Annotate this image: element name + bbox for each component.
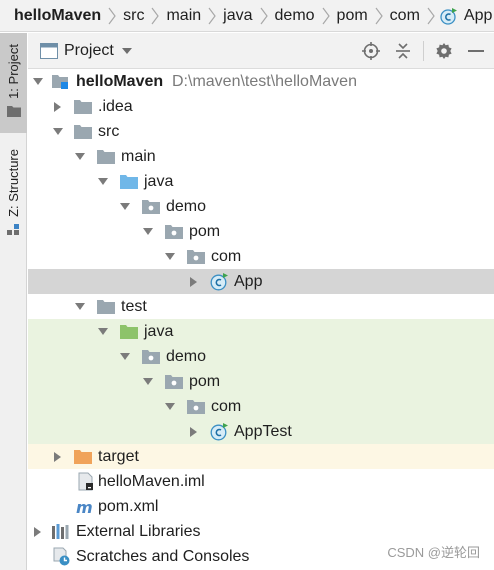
expanded-arrow-icon[interactable] — [119, 351, 131, 363]
folder-icon — [96, 297, 116, 317]
watermark: CSDN @逆轮回 — [387, 545, 480, 560]
tree-node-src[interactable]: src — [28, 119, 494, 144]
breadcrumb-item-src[interactable]: src — [121, 0, 146, 31]
tree-node-external-libraries[interactable]: External Libraries — [28, 519, 494, 544]
collapsed-arrow-icon[interactable] — [52, 101, 64, 113]
tree-node-apptest[interactable]: AppTest — [28, 419, 494, 444]
tree-node-main[interactable]: main — [28, 144, 494, 169]
expanded-arrow-icon[interactable] — [97, 176, 109, 188]
folder-icon — [73, 97, 93, 117]
breadcrumb-item-com[interactable]: com — [388, 0, 422, 31]
structure-icon — [6, 223, 21, 241]
tool-window-strip: 1: Project Z: Structure — [0, 33, 27, 570]
expanded-arrow-icon[interactable] — [164, 401, 176, 413]
tree-node-main-demo[interactable]: demo — [28, 194, 494, 219]
java-class-icon — [440, 7, 458, 25]
expanded-arrow-icon[interactable] — [74, 151, 86, 163]
tree-node-test-java[interactable]: java — [28, 319, 494, 344]
source-folder-icon — [119, 172, 139, 192]
chevron-down-icon[interactable] — [121, 47, 132, 55]
expanded-arrow-icon[interactable] — [164, 251, 176, 263]
tree-node-main-java[interactable]: java — [28, 169, 494, 194]
folder-icon — [96, 147, 116, 167]
chevron-right-icon — [208, 0, 216, 31]
tree-node-main-com[interactable]: com — [28, 244, 494, 269]
expanded-arrow-icon[interactable] — [32, 76, 44, 88]
svg-text:m: m — [76, 499, 93, 515]
structure-tool-tab[interactable]: Z: Structure — [0, 145, 27, 245]
tree-node-test[interactable]: test — [28, 294, 494, 319]
minimize-icon[interactable] — [464, 33, 488, 69]
iml-file-icon — [76, 472, 96, 492]
locate-icon[interactable] — [359, 33, 383, 69]
breadcrumb-item-pom[interactable]: pom — [335, 0, 370, 31]
breadcrumb-item-java[interactable]: java — [221, 0, 254, 31]
java-class-icon — [209, 422, 229, 442]
project-tool-tab[interactable]: 1: Project — [0, 33, 27, 133]
libraries-icon — [51, 522, 71, 542]
chevron-right-icon — [260, 0, 268, 31]
tree-node-test-pom[interactable]: pom — [28, 369, 494, 394]
expanded-arrow-icon[interactable] — [74, 301, 86, 313]
expanded-arrow-icon[interactable] — [142, 376, 154, 388]
package-icon — [164, 372, 184, 392]
tree-node-target[interactable]: target — [28, 444, 494, 469]
chevron-right-icon — [375, 0, 383, 31]
expanded-arrow-icon[interactable] — [52, 126, 64, 138]
project-view-icon — [40, 42, 58, 59]
breadcrumb: helloMaven src main java demo pom com Ap… — [0, 0, 494, 32]
expanded-arrow-icon[interactable] — [119, 201, 131, 213]
tree-node-test-demo[interactable]: demo — [28, 344, 494, 369]
package-icon — [186, 247, 206, 267]
test-folder-icon — [119, 322, 139, 342]
tree-node-pom-xml[interactable]: m pom.xml — [28, 494, 494, 519]
collapsed-arrow-icon[interactable] — [32, 526, 44, 538]
excluded-folder-icon — [73, 447, 93, 467]
chevron-right-icon — [322, 0, 330, 31]
project-view-title[interactable]: Project — [64, 42, 114, 60]
tree-node-main-pom[interactable]: pom — [28, 219, 494, 244]
java-class-icon — [209, 272, 229, 292]
tree-node-idea[interactable]: .idea — [28, 94, 494, 119]
chevron-right-icon — [151, 0, 160, 31]
tree-node-app[interactable]: App — [28, 269, 494, 294]
root-path: D:\maven\test\helloMaven — [172, 72, 357, 90]
tree-node-test-com[interactable]: com — [28, 394, 494, 419]
collapsed-arrow-icon[interactable] — [52, 451, 64, 463]
tree-node-hellomaven[interactable]: helloMaven D:\maven\test\helloMaven — [28, 69, 494, 94]
package-icon — [164, 222, 184, 242]
chevron-right-icon — [108, 0, 116, 31]
project-panel-header: Project — [28, 33, 494, 69]
expanded-arrow-icon[interactable] — [142, 226, 154, 238]
expanded-arrow-icon[interactable] — [97, 326, 109, 338]
scratches-icon — [51, 547, 71, 567]
folder-icon — [6, 104, 21, 122]
package-icon — [186, 397, 206, 417]
folder-icon — [73, 122, 93, 142]
module-folder-icon — [51, 72, 71, 92]
collapsed-arrow-icon[interactable] — [188, 426, 200, 438]
chevron-right-icon — [427, 0, 435, 31]
collapsed-arrow-icon[interactable] — [188, 276, 200, 288]
breadcrumb-item-hellomaven[interactable]: helloMaven — [12, 0, 103, 31]
breadcrumb-item-demo[interactable]: demo — [273, 0, 317, 31]
package-icon — [141, 197, 161, 217]
collapse-all-icon[interactable] — [391, 33, 415, 69]
breadcrumb-item-app[interactable]: App — [440, 0, 494, 31]
tree-node-iml-file[interactable]: helloMaven.iml — [28, 469, 494, 494]
maven-icon: m — [76, 497, 96, 517]
header-divider — [423, 41, 424, 61]
package-icon — [141, 347, 161, 367]
gear-icon[interactable] — [432, 33, 456, 69]
breadcrumb-item-main[interactable]: main — [164, 0, 203, 31]
